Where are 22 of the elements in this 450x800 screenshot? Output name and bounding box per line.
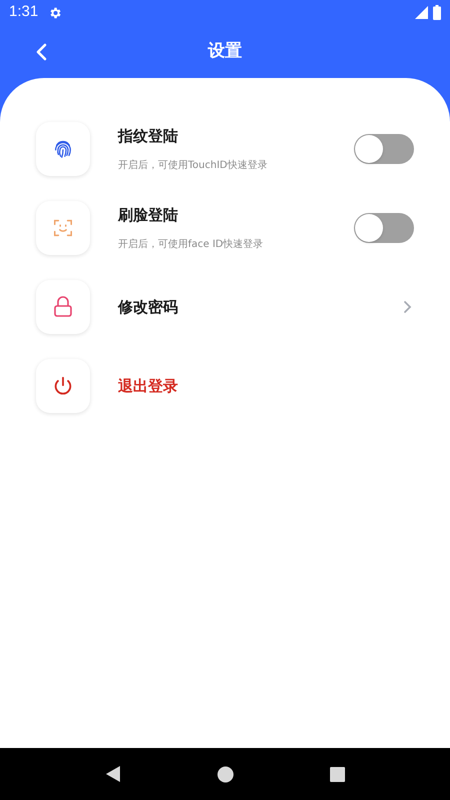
fingerprint-icon bbox=[52, 138, 74, 160]
item-title[interactable]: 刷脸登陆 bbox=[118, 204, 354, 226]
back-nav-icon[interactable] bbox=[105, 765, 121, 783]
recents-nav-icon[interactable] bbox=[330, 766, 345, 782]
item-title[interactable]: 指纹登陆 bbox=[118, 124, 354, 148]
chevron-left-icon bbox=[35, 43, 47, 61]
item-title[interactable]: 修改密码 bbox=[118, 296, 403, 318]
signal-icon bbox=[415, 6, 428, 19]
settings-icon bbox=[48, 6, 62, 20]
item-title[interactable]: 退出登录 bbox=[118, 374, 414, 398]
item-description: 开启后，可使用TouchID快速登录 bbox=[118, 158, 268, 174]
power-icon bbox=[52, 375, 74, 397]
status-time: 1:31 bbox=[9, 2, 38, 22]
toggle-switch[interactable] bbox=[354, 134, 414, 164]
item-description: 开启后，可使用face ID快速登录 bbox=[118, 238, 264, 252]
lock-icon bbox=[53, 296, 73, 318]
face-scan-icon bbox=[52, 217, 74, 239]
chevron-right-icon bbox=[403, 300, 412, 314]
toggle-switch[interactable] bbox=[354, 213, 414, 243]
battery-icon bbox=[433, 5, 441, 20]
page-title: 设置 bbox=[208, 40, 242, 63]
home-nav-icon[interactable] bbox=[217, 766, 234, 782]
